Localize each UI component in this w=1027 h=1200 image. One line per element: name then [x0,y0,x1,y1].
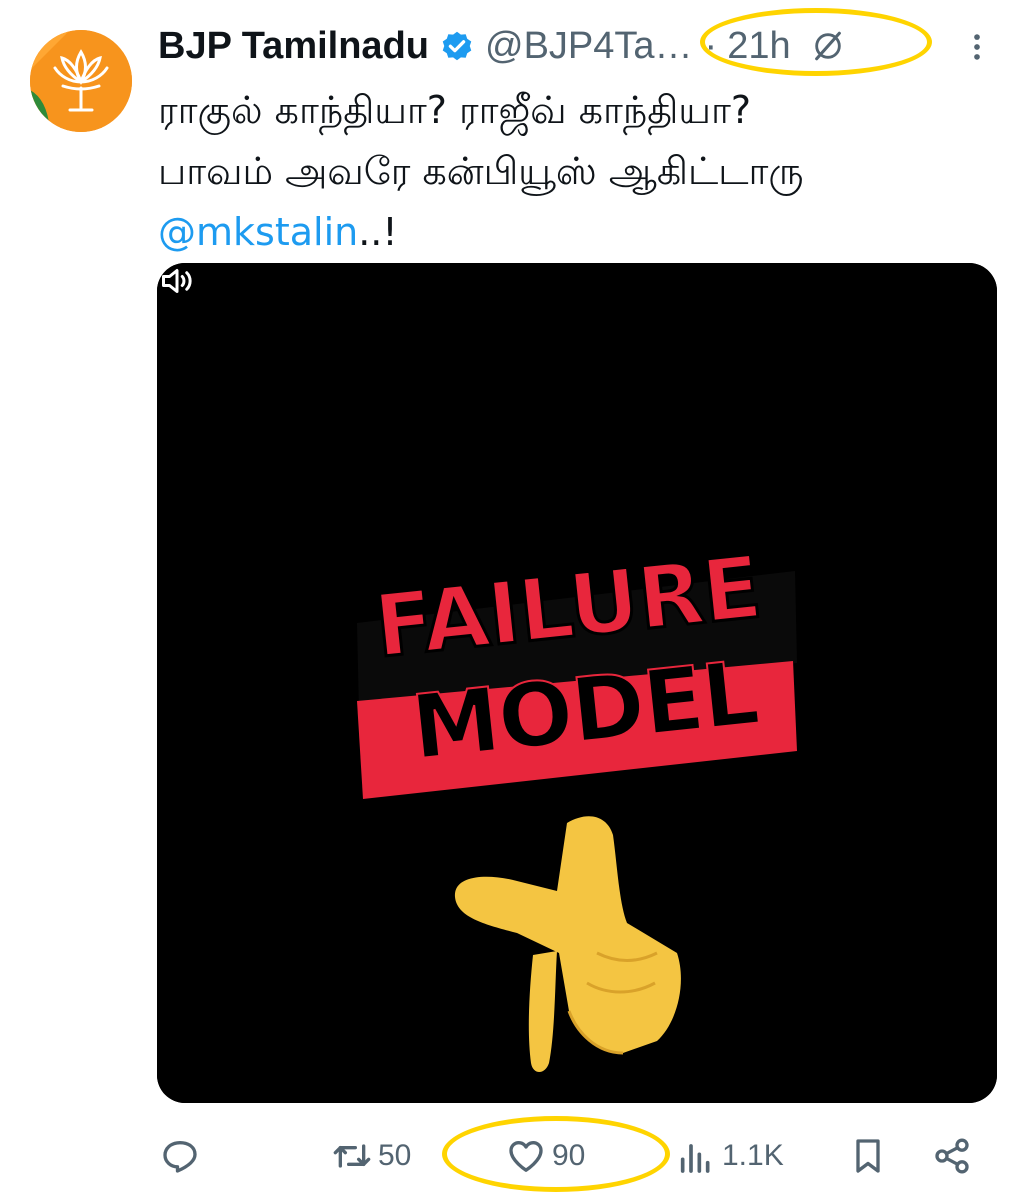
avatar[interactable] [30,30,132,132]
tweet-actions: 50 90 1.1K [0,1126,1027,1186]
tweet-timestamp[interactable]: 21h [727,25,790,68]
retweet-icon [333,1144,371,1168]
reply-button[interactable] [160,1126,200,1186]
grok-icon[interactable] [811,29,845,63]
heart-icon [509,1141,543,1172]
lotus-logo-icon [30,30,132,132]
like-button[interactable]: 90 [506,1126,585,1186]
retweet-count: 50 [378,1139,412,1172]
volume-icon[interactable] [157,263,197,299]
share-button[interactable] [932,1126,972,1186]
tweet-text-line: @mkstalin..! [158,202,1008,263]
views-chart-icon [680,1144,710,1173]
tweet-text-line: பாவம் அவரே கன்பியூஸ் ஆகிட்டாரு [158,149,804,193]
like-count: 90 [552,1139,586,1172]
views-button[interactable]: 1.1K [676,1126,784,1186]
reply-icon [163,1141,197,1173]
author-handle[interactable]: @BJP4Ta… [485,25,693,68]
more-options-icon[interactable] [960,30,994,64]
tweet-text-line: ராகுல் காந்தியா? ராஜீவ் காந்தியா? [158,88,751,132]
mention-suffix: ..! [358,210,398,254]
bookmark-icon [856,1139,880,1173]
separator-dot: · [704,24,718,67]
retweet-button[interactable]: 50 [332,1126,411,1186]
video-caption: FAILURE MODEL [157,263,997,1103]
share-icon [935,1138,969,1174]
verified-badge-icon [442,31,472,61]
bookmark-button[interactable] [848,1126,888,1186]
tweet-text: ராகுல் காந்தியா? ராஜீவ் காந்தியா? பாவம் … [158,80,1008,263]
views-count: 1.1K [722,1139,784,1172]
tweet-video[interactable]: FAILURE MODEL [157,263,997,1103]
tweet-header: BJP Tamilnadu @BJP4Ta… · 21h [158,20,845,72]
mention-link[interactable]: @mkstalin [158,210,358,254]
author-display-name[interactable]: BJP Tamilnadu [158,25,429,68]
